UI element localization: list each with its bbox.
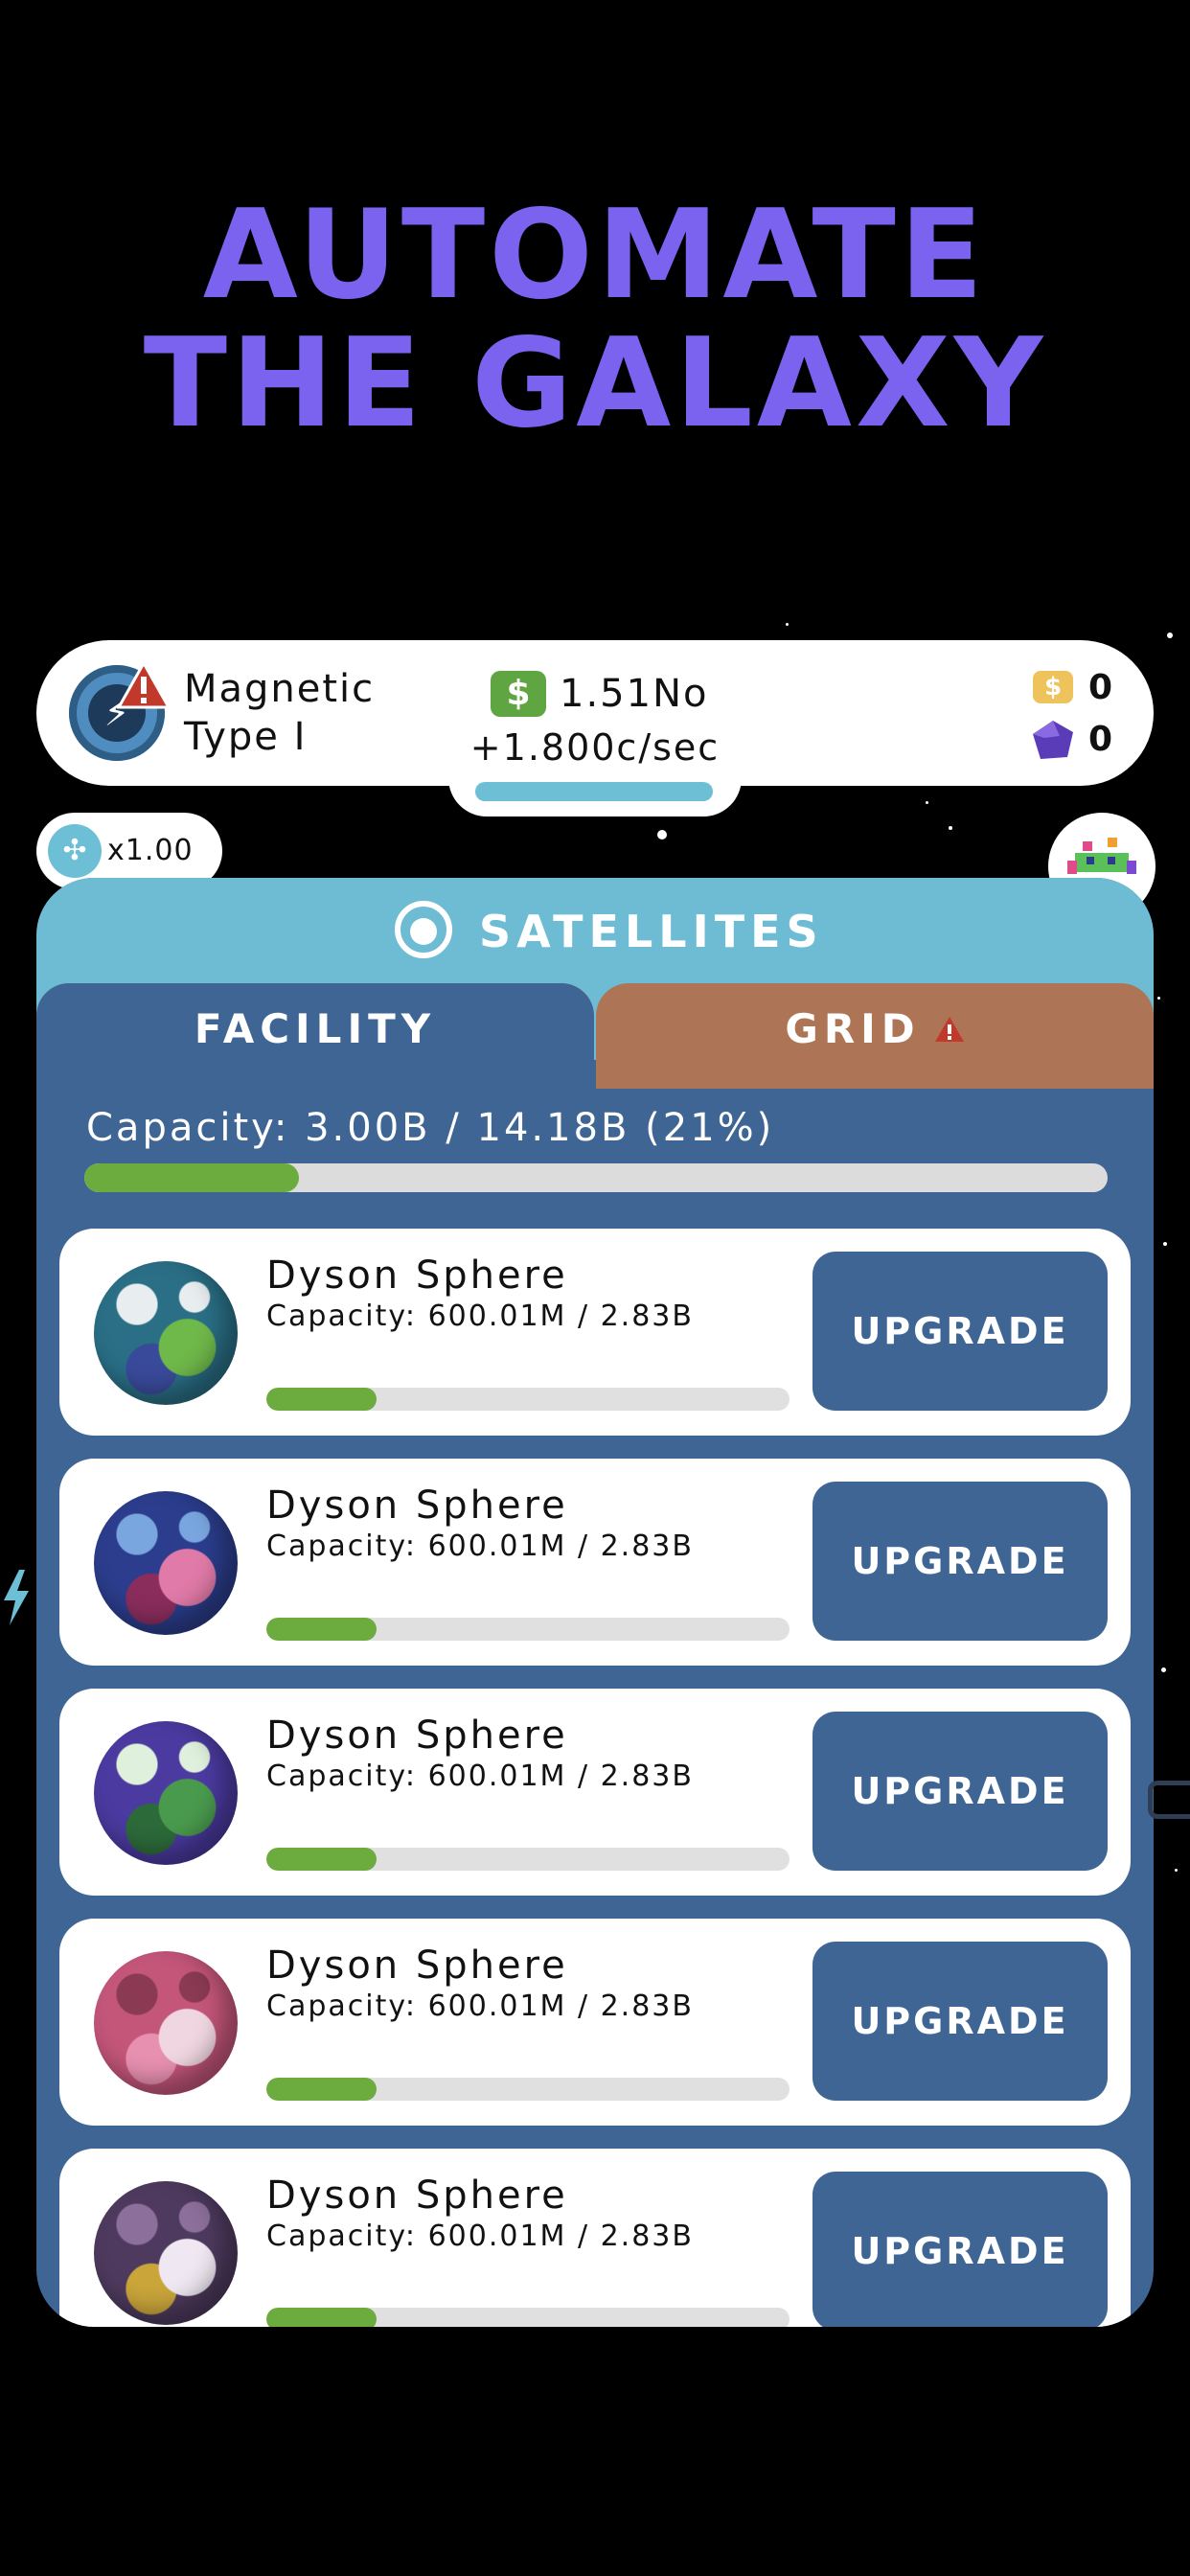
upgrade-button[interactable]: UPGRADE xyxy=(812,1942,1108,2101)
facility-capacity-bar xyxy=(266,1848,790,1871)
tab-facility-label: FACILITY xyxy=(194,1005,437,1052)
drone-icon: ✣ xyxy=(48,824,102,878)
planet-icon xyxy=(94,2181,238,2325)
money-value: 1.51No xyxy=(560,672,709,716)
tab-grid[interactable]: GRID xyxy=(596,983,1154,1089)
facility-card: Dyson Sphere Capacity: 600.01M / 2.83B UPG… xyxy=(59,1689,1131,1896)
facility-capacity-fill xyxy=(266,2078,377,2101)
facility-card: Dyson Sphere Capacity: 600.01M / 2.83B UPG… xyxy=(59,1459,1131,1666)
planet-icon xyxy=(94,1261,238,1405)
warning-icon xyxy=(117,661,171,709)
facility-capacity-bar xyxy=(266,1618,790,1641)
facility-name: Dyson Sphere xyxy=(266,1944,568,1988)
facility-name: Dyson Sphere xyxy=(266,2174,568,2218)
facility-capacity-bar xyxy=(266,2078,790,2101)
promo-line-1: AUTOMATE xyxy=(202,184,988,327)
facility-card: Dyson Sphere Capacity: 600.01M / 2.83B UPG… xyxy=(59,1919,1131,2126)
facility-name: Dyson Sphere xyxy=(266,1714,568,1758)
facility-capacity: Capacity: 600.01M / 2.83B xyxy=(266,1300,694,1333)
money-icon: $ xyxy=(491,671,546,717)
level-name-line-1: Magnetic xyxy=(184,667,376,711)
boost-multiplier: x1.00 xyxy=(107,834,194,867)
level-name-line-2: Type I xyxy=(184,715,308,759)
promo-line-2: THE GALAXY xyxy=(143,312,1047,455)
satellites-panel: SATELLITES GRID FACILITY Capacity: 3.00B… xyxy=(36,878,1154,2327)
facility-capacity-fill xyxy=(266,2308,377,2327)
facility-capacity: Capacity: 600.01M / 2.83B xyxy=(266,1530,694,1563)
total-capacity-label: Capacity: 3.00B / 14.18B (21%) xyxy=(86,1106,775,1150)
total-capacity-bar xyxy=(84,1163,1108,1192)
side-button xyxy=(1148,1781,1190,1819)
income-rate-bar xyxy=(475,782,713,801)
upgrade-button[interactable]: UPGRADE xyxy=(812,1252,1108,1411)
facility-capacity: Capacity: 600.01M / 2.83B xyxy=(266,1990,694,2023)
level-name: Magnetic Type I xyxy=(184,665,375,761)
promo-headline: AUTOMATE THE GALAXY xyxy=(0,192,1190,448)
facility-card: Dyson Sphere Capacity: 600.01M / 2.83B UPG… xyxy=(59,2149,1131,2327)
facility-name: Dyson Sphere xyxy=(266,1484,568,1528)
facility-capacity-bar xyxy=(266,1388,790,1411)
facility-capacity-fill xyxy=(266,1388,377,1411)
warning-icon xyxy=(934,1016,964,1042)
income-rate: +1.800c/sec xyxy=(469,726,721,769)
facility-capacity-bar xyxy=(266,2308,790,2327)
facility-name: Dyson Sphere xyxy=(266,1254,568,1298)
upgrade-button[interactable]: UPGRADE xyxy=(812,2172,1108,2327)
total-capacity-fill xyxy=(84,1163,300,1192)
panel-title: SATELLITES xyxy=(479,906,824,957)
facility-capacity: Capacity: 600.01M / 2.83B xyxy=(266,1760,694,1793)
gem-icon xyxy=(1033,721,1073,759)
upgrade-button[interactable]: UPGRADE xyxy=(812,1712,1108,1871)
facility-card: Dyson Sphere Capacity: 600.01M / 2.83B UPG… xyxy=(59,1229,1131,1436)
tab-grid-label: GRID xyxy=(785,1005,921,1052)
planet-icon xyxy=(94,1951,238,2095)
lightning-icon xyxy=(4,1570,29,1625)
facility-capacity-fill xyxy=(266,1618,377,1641)
planet-icon xyxy=(94,1721,238,1865)
facility-capacity: Capacity: 600.01M / 2.83B xyxy=(266,2220,694,2253)
upgrade-button[interactable]: UPGRADE xyxy=(812,1482,1108,1641)
facility-capacity-fill xyxy=(266,1848,377,1871)
coin-count: 0 xyxy=(1088,668,1113,707)
tab-facility[interactable]: FACILITY xyxy=(36,983,594,1089)
satellite-icon xyxy=(395,901,452,958)
planet-icon xyxy=(94,1491,238,1635)
coin-icon: $ xyxy=(1033,671,1073,703)
gem-count: 0 xyxy=(1088,720,1113,759)
